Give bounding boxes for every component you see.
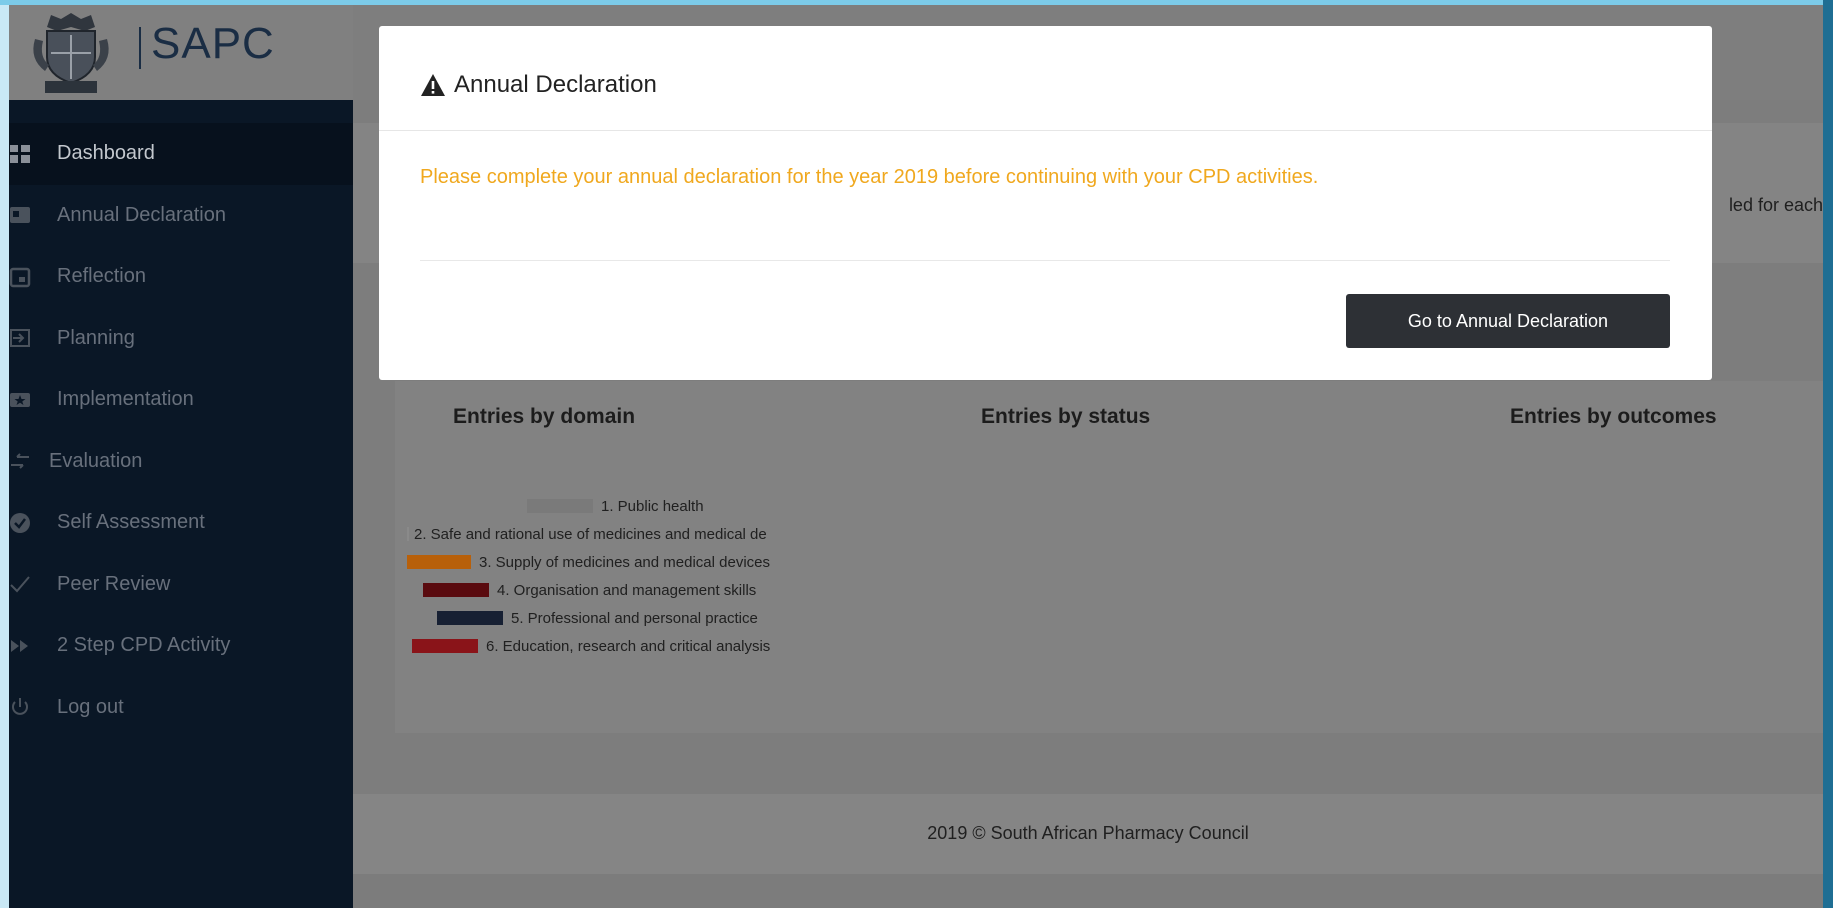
entries-by-outcomes-title: Entries by outcomes — [1510, 405, 1717, 428]
check-circle-icon — [9, 512, 31, 534]
go-to-annual-declaration-button[interactable]: Go to Annual Declaration — [1346, 294, 1670, 348]
legend-item-organisation-management[interactable]: 4. Organisation and management skills — [423, 581, 756, 599]
sidebar-item-annual-declaration[interactable]: Annual Declaration — [9, 185, 353, 247]
legend-label: 4. Organisation and management skills — [497, 581, 757, 599]
sidebar-item-log-out[interactable]: Log out — [9, 677, 353, 739]
sidebar-item-label: Annual Declaration — [57, 203, 226, 226]
modal-title-text: Annual Declaration — [454, 71, 657, 98]
brand-separator — [139, 27, 141, 69]
sidebar-nav: Dashboard Annual Declaration Reflection … — [9, 123, 353, 738]
window-frame-right — [1823, 0, 1833, 908]
footer-bottom — [353, 874, 1823, 908]
id-card-icon — [9, 204, 31, 226]
sidebar-item-implementation[interactable]: Implementation — [9, 369, 353, 431]
footer-copyright: 2019 © South African Pharmacy Council — [927, 823, 1249, 843]
legend-item-education-research[interactable]: 6. Education, research and critical anal… — [412, 637, 770, 655]
sidebar-item-label: Planning — [57, 326, 135, 349]
window-frame-left — [0, 0, 9, 908]
warning-icon — [421, 74, 445, 96]
legend-swatch — [407, 555, 471, 569]
sidebar-item-label: Peer Review — [57, 572, 171, 595]
sign-in-icon — [9, 327, 31, 349]
sidebar-item-label: Log out — [57, 695, 124, 718]
entries-by-status-title: Entries by status — [981, 405, 1151, 428]
sidebar-item-peer-review[interactable]: Peer Review — [9, 554, 353, 616]
info-text: led for each — [1728, 195, 1823, 215]
legend-label: 1. Public health — [601, 497, 704, 515]
check-icon — [9, 573, 31, 595]
legend-swatch — [412, 639, 478, 653]
sidebar-item-2-step-cpd-activity[interactable]: 2 Step CPD Activity — [9, 615, 353, 677]
sidebar-item-label: Dashboard — [57, 142, 155, 165]
legend-item-safe-rational-use[interactable]: 2. Safe and rational use of medicines an… — [407, 525, 767, 543]
sidebar: SAPC Dashboard Annual Declaration Reflec… — [9, 5, 353, 908]
modal-title: Annual Declaration — [420, 71, 657, 99]
modal-divider — [420, 260, 1670, 261]
legend-label: 5. Professional and personal practice — [511, 609, 758, 627]
brand-name: SAPC — [151, 19, 275, 68]
entries-by-domain-title: Entries by domain — [453, 405, 636, 428]
sidebar-item-label: Self Assessment — [57, 511, 205, 534]
legend-item-public-health[interactable]: 1. Public health — [527, 497, 704, 515]
legend-swatch — [423, 583, 489, 597]
legend-label: 3. Supply of medicines and medical devic… — [479, 553, 770, 571]
sidebar-item-dashboard[interactable]: Dashboard — [9, 123, 353, 185]
legend-swatch — [407, 527, 409, 541]
legend-label: 6. Education, research and critical anal… — [486, 637, 771, 655]
legend-swatch — [437, 611, 503, 625]
legend-item-professional-practice[interactable]: 5. Professional and personal practice — [437, 609, 758, 627]
legend-swatch — [527, 499, 593, 513]
sapc-crest-logo[interactable] — [25, 9, 117, 95]
app-window: SAPC Dashboard Annual Declaration Reflec… — [9, 5, 1823, 908]
legend-label: 2. Safe and rational use of medicines an… — [414, 525, 767, 543]
star-icon — [9, 389, 31, 411]
brand-header: SAPC — [9, 5, 353, 100]
sidebar-item-planning[interactable]: Planning — [9, 308, 353, 370]
sidebar-item-self-assessment[interactable]: Self Assessment — [9, 492, 353, 554]
sidebar-item-label: Reflection — [57, 265, 146, 288]
annual-declaration-modal: Annual Declaration Please complete your … — [379, 26, 1712, 380]
exchange-icon — [9, 450, 31, 472]
power-icon — [9, 696, 31, 718]
modal-header: Annual Declaration — [379, 26, 1712, 131]
grid-icon — [9, 143, 31, 165]
modal-message: Please complete your annual declaration … — [420, 166, 1319, 188]
sidebar-item-reflection[interactable]: Reflection — [9, 246, 353, 308]
sidebar-item-label: Implementation — [57, 388, 194, 411]
fast-forward-icon — [9, 635, 31, 657]
sidebar-item-label: 2 Step CPD Activity — [57, 634, 231, 657]
legend-item-supply-of-medicines[interactable]: 3. Supply of medicines and medical devic… — [407, 553, 770, 571]
calendar-icon — [9, 266, 31, 288]
sidebar-item-evaluation[interactable]: Evaluation — [9, 431, 353, 493]
sidebar-item-label: Evaluation — [49, 449, 143, 472]
